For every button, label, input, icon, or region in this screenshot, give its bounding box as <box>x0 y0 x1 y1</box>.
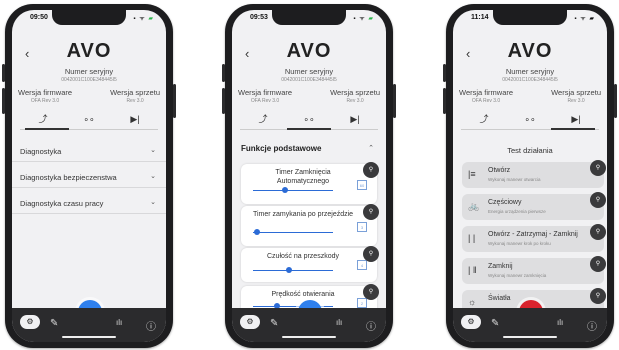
active-tab-indicator <box>287 128 331 130</box>
slider-track[interactable] <box>253 190 333 191</box>
phone-frame-1: 09:50 ▪ ᯤ ▰ ‹ AVO Numer seryjny 0042001C… <box>2 4 176 348</box>
bottom-nav: ⚙ ✎ ılı ⓘ <box>453 308 607 342</box>
page-title: AVO <box>66 40 112 62</box>
light-icon: ☼ <box>468 297 477 307</box>
info-icon: ⚲ <box>590 224 606 240</box>
active-tab-indicator <box>551 128 595 130</box>
slider-knob[interactable] <box>282 187 288 193</box>
info-icon: ⚲ <box>590 256 606 272</box>
page-title: AVO <box>286 40 332 62</box>
tab-settings[interactable]: ∘∘ <box>66 110 112 128</box>
nav-info-icon[interactable]: ⓘ <box>146 318 156 333</box>
hardware-info: Wersja sprzetu Rev 3.0 <box>330 88 380 104</box>
info-icon: ⚲ <box>590 192 606 208</box>
info-icon[interactable]: ⚲ <box>363 162 379 178</box>
serial-value: 0042001C100E348445I5 <box>502 77 558 83</box>
nav-stats-icon[interactable]: ılı <box>336 318 342 327</box>
test-close[interactable]: | ‖ Zamknij Wykonaj manewr zamknięcia ⚲ <box>462 256 606 284</box>
status-time: 09:50 <box>30 14 48 21</box>
slider-track[interactable] <box>253 232 333 233</box>
chevron-up-icon: ⌃ <box>368 145 374 152</box>
nav-gate-icon[interactable]: ⚙ <box>461 315 481 329</box>
nav-tools-icon[interactable]: ✎ <box>491 318 499 329</box>
serial-value: 0042001C100E348445I5 <box>281 77 337 83</box>
bottom-nav: ⚙ ✎ ılı ⓘ <box>12 308 166 342</box>
nav-tools-icon[interactable]: ✎ <box>50 318 58 329</box>
info-icon: ⚲ <box>590 160 606 176</box>
phone-frame-2: 09:53 ▪ ᯤ ▰ ‹ AVO Numer seryjny 0042001C… <box>222 4 396 348</box>
phone-frame-3: 11:14 ▪ ᯤ ▰ ‹ AVO Numer seryjny 0042001C… <box>443 4 617 348</box>
serial-value: 0042001C100E348445I5 <box>61 77 117 83</box>
bicycle-icon: 🚲 <box>468 201 480 211</box>
slider-knob[interactable] <box>286 267 292 273</box>
tab-diagnostics[interactable]: ⤴ <box>461 110 507 128</box>
setting-value[interactable]: 3 <box>357 222 367 232</box>
chevron-down-icon: ⌄ <box>150 147 156 154</box>
tab-test[interactable]: ▶| <box>332 110 378 128</box>
tab-test[interactable]: ▶| <box>112 110 158 128</box>
serial-label: Numer seryjny <box>505 67 555 76</box>
tab-test[interactable]: ▶| <box>553 110 599 128</box>
accordion-diagnostics[interactable]: Diagnostyka ⌄ <box>12 140 166 162</box>
test-step[interactable]: | | Otwórz - Zatrzymaj - Zamknij Wykonaj… <box>462 224 606 252</box>
setting-card-close-timer: Timer zamykania po przejeździe 3 ⚲ <box>241 204 379 246</box>
gate-close-icon: | ‖ <box>468 265 477 275</box>
nav-stats-icon[interactable]: ılı <box>557 318 563 327</box>
setting-value[interactable]: 2 <box>357 298 367 308</box>
section-test: Test działania <box>507 146 553 155</box>
status-time: 11:14 <box>471 14 489 21</box>
battery-icon: ▰ <box>148 16 154 22</box>
setting-value[interactable]: 60 <box>357 180 367 190</box>
setting-value[interactable]: 4 <box>357 260 367 270</box>
tab-settings[interactable]: ∘∘ <box>286 110 332 128</box>
nav-tools-icon[interactable]: ✎ <box>270 318 278 329</box>
firmware-info: Wersja firmware OFA Rev 3.0 <box>18 88 73 104</box>
info-icon[interactable]: ⚲ <box>363 204 379 220</box>
battery-icon: ▰ <box>589 16 595 22</box>
slider-track[interactable] <box>253 270 333 271</box>
screen-test: 11:14 ▪ ᯤ ▰ ‹ AVO Numer seryjny 0042001C… <box>453 10 607 342</box>
battery-icon: ▰ <box>368 16 374 22</box>
active-tab-indicator <box>25 128 69 130</box>
nav-stats-icon[interactable]: ılı <box>116 318 122 327</box>
chevron-down-icon: ⌄ <box>150 173 156 180</box>
info-icon[interactable]: ⚲ <box>363 246 379 262</box>
setting-card-obstacle-sensitivity: Czułość na przeszkody 4 ⚲ <box>241 246 379 282</box>
status-time: 09:53 <box>250 14 268 21</box>
status-icons: ▪ ᯤ ▰ <box>574 16 595 22</box>
info-icon[interactable]: ⚲ <box>363 284 379 300</box>
firmware-info: Wersja firmware OFA Rev 3.0 <box>238 88 293 104</box>
tab-diagnostics[interactable]: ⤴ <box>240 110 286 128</box>
status-icons: ▪ ᯤ ▰ <box>353 16 374 22</box>
screen-diagnostics: 09:50 ▪ ᯤ ▰ ‹ AVO Numer seryjny 0042001C… <box>12 10 166 342</box>
page-title: AVO <box>507 40 553 62</box>
screen-settings: 09:53 ▪ ᯤ ▰ ‹ AVO Numer seryjny 0042001C… <box>232 10 386 342</box>
status-icons: ▪ ᯤ ▰ <box>133 16 154 22</box>
nav-gate-icon[interactable]: ⚙ <box>20 315 40 329</box>
tab-settings[interactable]: ∘∘ <box>507 110 553 128</box>
serial-label: Numer seryjny <box>284 67 334 76</box>
nav-gate-icon[interactable]: ⚙ <box>240 315 260 329</box>
nav-info-icon[interactable]: ⓘ <box>587 318 597 333</box>
firmware-info: Wersja firmware OFA Rev 3.0 <box>459 88 514 104</box>
info-icon: ⚲ <box>590 288 606 304</box>
hardware-info: Wersja sprzetu Rev 3.0 <box>110 88 160 104</box>
test-partial[interactable]: 🚲 Częściowy Energia urządzenia pierwsze … <box>462 192 606 220</box>
nav-info-icon[interactable]: ⓘ <box>366 318 376 333</box>
gate-step-icon: | | <box>468 233 476 243</box>
test-open[interactable]: |≡ Otwórz Wykonaj manewr otwarcia ⚲ <box>462 160 606 188</box>
bottom-nav: ⚙ ✎ ılı ⓘ <box>232 308 386 342</box>
section-basic-functions[interactable]: Funkcje podstawowe ⌃ <box>232 138 386 160</box>
accordion-runtime-diagnostics[interactable]: Diagnostyka czasu pracy ⌄ <box>12 192 166 214</box>
chevron-down-icon: ⌄ <box>150 199 156 206</box>
setting-card-auto-close: Timer Zamknięcia Automatycznego 60 ⚲ <box>241 162 379 204</box>
hardware-info: Wersja sprzetu Rev 3.0 <box>551 88 601 104</box>
tab-diagnostics[interactable]: ⤴ <box>20 110 66 128</box>
accordion-safety-diagnostics[interactable]: Diagnostyka bezpieczenstwa ⌄ <box>12 166 166 188</box>
serial-label: Numer seryjny <box>64 67 114 76</box>
gate-open-icon: |≡ <box>468 169 476 179</box>
slider-knob[interactable] <box>254 229 260 235</box>
